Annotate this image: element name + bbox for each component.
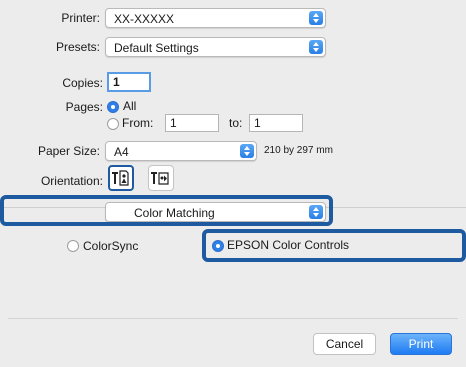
pages-all-label: All [123,99,137,113]
print-button[interactable]: Print [390,333,452,355]
printer-popup[interactable]: XX-XXXXX [105,8,326,28]
printer-value: XX-XXXXX [114,12,175,26]
pages-from-radio[interactable] [107,118,119,130]
popup-arrows-icon [309,11,323,25]
pages-to-field[interactable]: 1 [249,114,303,132]
pages-to-label: to: [229,116,243,130]
colorsync-label: ColorSync [83,239,139,253]
pages-from-field[interactable]: 1 [165,114,219,132]
copies-field[interactable]: 1 [107,72,151,92]
presets-popup[interactable]: Default Settings [105,37,326,57]
orientation-label: Orientation: [40,174,103,188]
paper-size-value: A4 [114,145,129,159]
copies-label: Copies: [62,76,103,90]
panel-highlight-frame [0,195,333,226]
orientation-landscape-button[interactable] [148,165,174,191]
pages-all-radio[interactable] [107,101,119,113]
footer-divider [8,318,458,319]
popup-arrows-icon [309,40,323,54]
presets-label: Presets: [55,40,100,54]
paper-size-label: Paper Size: [37,144,100,158]
pages-label: Pages: [65,100,103,114]
orientation-portrait-button[interactable] [108,165,134,191]
popup-arrows-icon [240,144,254,158]
pages-from-label: From: [122,116,154,130]
paper-dimensions-text: 210 by 297 mm [264,145,333,156]
presets-value: Default Settings [114,41,199,55]
printer-label: Printer: [61,11,100,25]
colorsync-radio[interactable] [67,240,79,252]
epson-highlight-frame [202,229,466,262]
paper-size-popup[interactable]: A4 [105,141,257,161]
portrait-icon [112,170,129,186]
landscape-icon [151,172,169,185]
cancel-button[interactable]: Cancel [313,333,376,355]
